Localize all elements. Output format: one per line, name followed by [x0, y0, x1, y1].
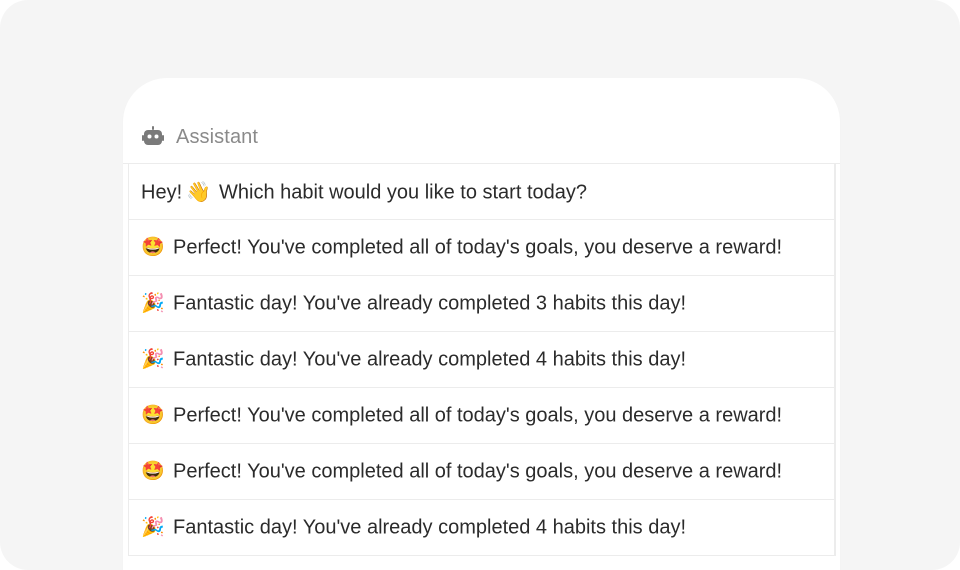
message-list: Hey! 👋 Which habit would you like to start… [128, 164, 836, 556]
party-popper-emoji-icon: 🎉 [141, 292, 165, 314]
message-row: 🎉 Fantastic day! You've already complete… [129, 332, 834, 388]
party-popper-emoji-icon: 🎉 [141, 348, 165, 370]
assistant-header: Assistant [123, 114, 840, 162]
message-row: 🤩 Perfect! You've completed all of today… [129, 220, 834, 276]
star-struck-emoji-icon: 🤩 [141, 460, 165, 482]
star-struck-emoji-icon: 🤩 [141, 236, 165, 258]
canvas: Assistant Hey! 👋 Which habit would you lik… [0, 0, 960, 570]
party-popper-emoji-icon: 🎉 [141, 516, 165, 538]
greeting-message: Hey! 👋 Which habit would you like to start… [141, 179, 587, 204]
message-text: Perfect! You've completed all of today's… [173, 236, 783, 258]
message-row: Hey! 👋 Which habit would you like to start… [129, 164, 834, 220]
message-text: Fantastic day! You've already completed … [173, 348, 687, 370]
message-text: Fantastic day! You've already completed … [173, 292, 687, 314]
assistant-card: Assistant Hey! 👋 Which habit would you lik… [123, 78, 840, 570]
assistant-title: Assistant [176, 126, 259, 148]
message-row: 🎉 Fantastic day! You've already complete… [129, 276, 834, 332]
star-struck-emoji-icon: 🤩 [141, 404, 165, 426]
robot-icon [142, 126, 164, 145]
message-row: 🤩 Perfect! You've completed all of today… [129, 444, 834, 500]
message-text: Perfect! You've completed all of today's… [173, 404, 783, 426]
message-text: Fantastic day! You've already completed … [173, 516, 687, 538]
message-row: 🤩 Perfect! You've completed all of today… [129, 388, 834, 444]
message-text: Perfect! You've completed all of today's… [173, 460, 783, 482]
message-text: Hey! [141, 181, 183, 203]
wave-emoji-icon: 👋 [186, 181, 212, 203]
message-row: 🎉 Fantastic day! You've already complete… [129, 500, 834, 556]
message-text: Which habit would you like to start toda… [219, 181, 587, 203]
